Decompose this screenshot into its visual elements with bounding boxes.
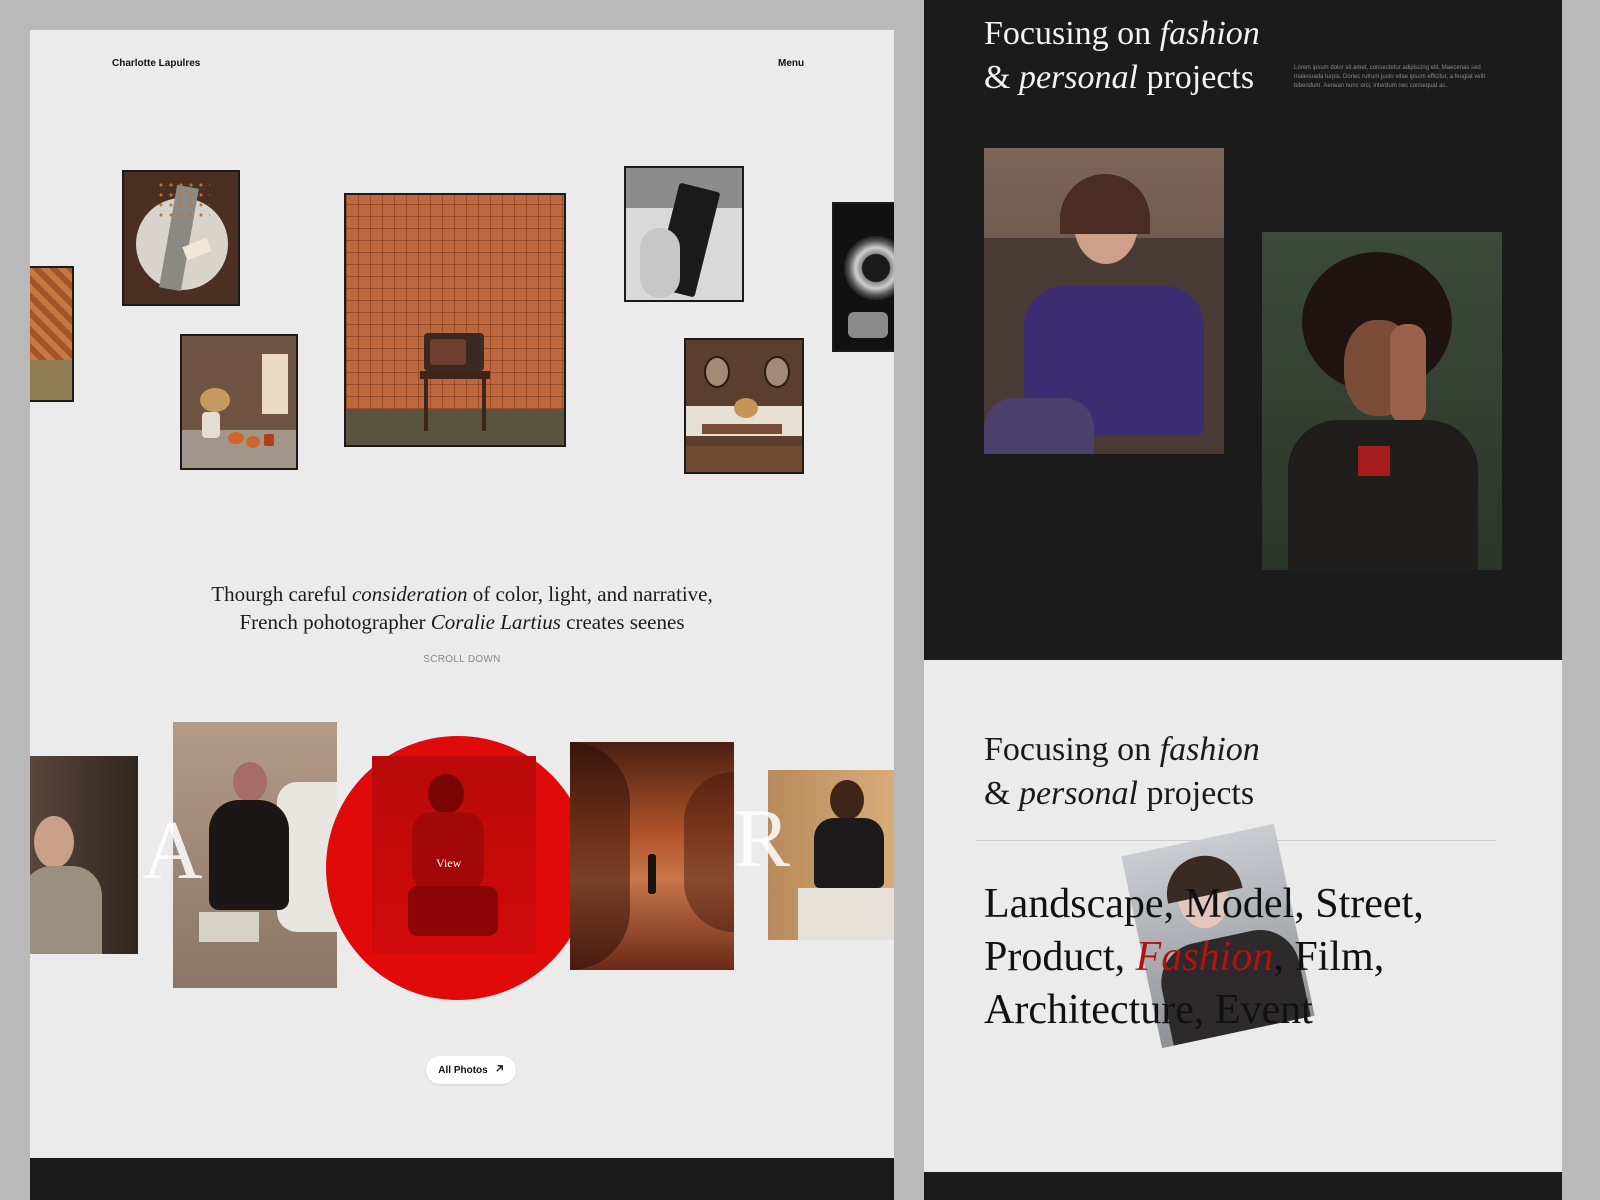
hero-text-part: of color, light, and narrative, [467,582,713,606]
man-curly-hair-photo[interactable] [1262,232,1502,570]
menu-button[interactable]: Menu [778,58,804,69]
hero-text-part: Thourgh careful [211,582,352,606]
left-panel: Charlotte Lapulres Menu Thourgh careful … [30,30,894,1200]
arrow-up-right-icon [495,1064,504,1076]
heading-text: projects [1137,59,1255,96]
heading-emphasis: fashion [1159,731,1260,768]
red-portrait-photo[interactable] [372,756,536,954]
dark-projects-section: Focusing on fashion & personal projects … [924,0,1562,660]
heading-emphasis: personal [1018,775,1138,812]
category-fashion-highlight[interactable]: Fashion [1136,934,1274,980]
photo-categories: Landscape, Model, Street, Product, Fashi… [984,878,1544,1037]
view-label[interactable]: View [436,856,461,871]
heading-emphasis: fashion [1159,15,1260,52]
vhs-tape-photo[interactable] [624,166,744,302]
dark-section-heading: Focusing on fashion & personal projects [984,12,1260,100]
heading-text: Focusing on [984,731,1160,768]
light-section-heading: Focusing on fashion & personal projects [984,728,1260,816]
hero-text-part: French pohotographer [239,610,431,634]
scroll-down-label[interactable]: SCROLL DOWN [30,654,894,665]
heading-text: & [984,59,1019,96]
heading-emphasis: personal [1018,59,1138,96]
category-line[interactable]: Architecture, Event [984,987,1313,1033]
dining-room-photo[interactable] [684,338,804,474]
heading-text: Focusing on [984,15,1160,52]
category-line[interactable]: Product, [984,934,1136,980]
category-line[interactable]: , Film, [1273,934,1384,980]
still-life-table-photo[interactable] [180,334,298,470]
hero-emphasis: consideration [351,582,468,606]
canyon-photo[interactable] [570,742,734,970]
hero-statement: Thourgh careful consideration of color, … [30,580,894,636]
girl-in-purple-photo[interactable] [984,148,1224,454]
ghost-letter: A [142,804,203,897]
ghost-letter: R [734,792,791,885]
light-categories-section: Focusing on fashion & personal projects … [924,660,1562,1172]
vintage-camera-photo[interactable] [832,202,894,352]
all-photos-button[interactable]: All Photos [426,1056,516,1084]
retro-tv-photo[interactable] [344,193,566,447]
brand-name[interactable]: Charlotte Lapulres [112,58,200,69]
wallpaper-photo[interactable] [30,266,74,402]
hero-emphasis: Coralie Lartius [430,610,561,634]
place-setting-photo[interactable] [122,170,240,306]
bottom-dark-bar [924,1172,1562,1200]
heading-text: & [984,775,1019,812]
portrait-woman-photo[interactable] [30,756,138,954]
category-line[interactable]: Landscape, Model, Street, [984,881,1424,927]
all-photos-label: All Photos [438,1064,488,1076]
footer-bar [30,1158,894,1200]
section-description: Lorem ipsum dolor sit amet, consectetur … [1294,65,1485,89]
heading-text: projects [1137,775,1255,812]
hero-text-part: creates seenes [560,610,685,634]
